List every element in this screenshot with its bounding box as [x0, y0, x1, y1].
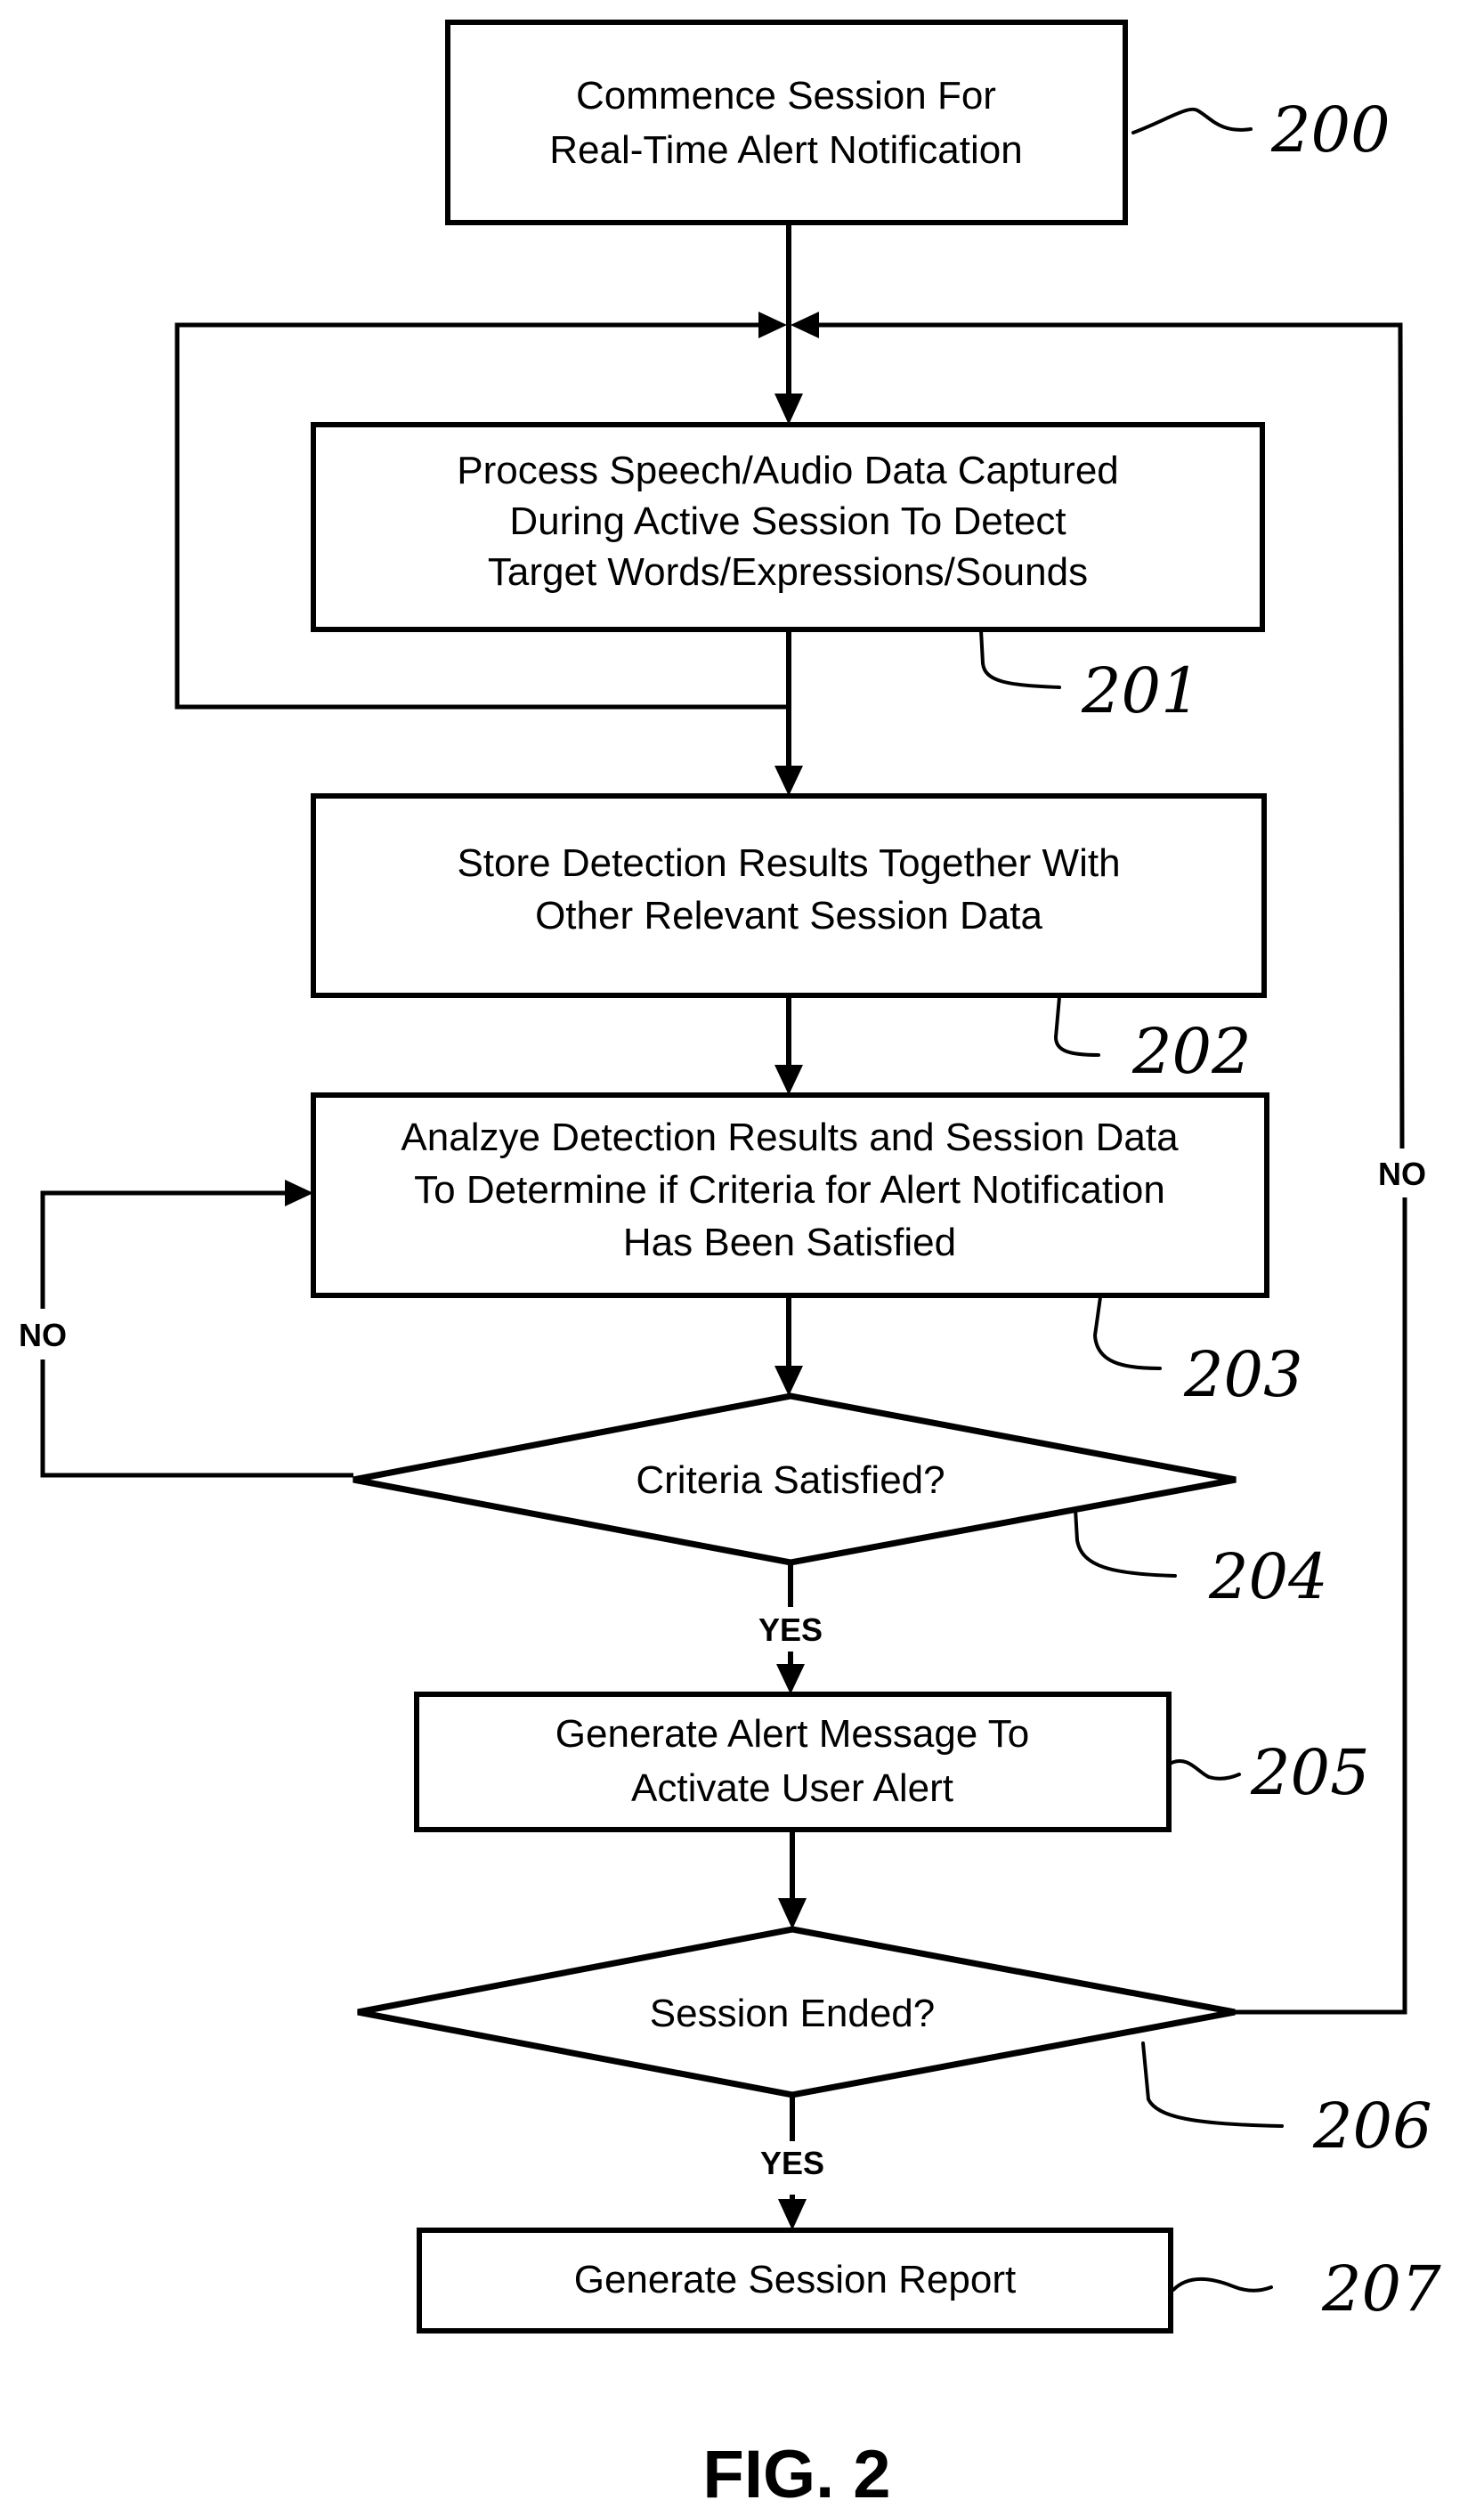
ref-numeral-200: 200 [1270, 93, 1391, 166]
leader-205 [1170, 1759, 1241, 1781]
leader-201 [979, 629, 1061, 689]
figure-caption: FIG. 2 [702, 2437, 890, 2508]
arrowhead-into-201 [774, 394, 803, 425]
step-205-line-2: Activate User Alert [631, 1766, 953, 1810]
step-205-line-1: Generate Alert Message To [555, 1712, 1029, 1756]
leader-204 [1074, 1507, 1177, 1578]
flowchart: Commence Session For Real-Time Alert Not… [19, 20, 1441, 2508]
step-203-line-1: Analzye Detection Results and Session Da… [401, 1116, 1179, 1159]
ref-numeral-207: 207 [1321, 2252, 1441, 2325]
step-202-line-2: Other Relevant Session Data [535, 894, 1042, 937]
arrowhead-into-204 [774, 1366, 803, 1396]
arrowhead-loop-right [791, 312, 819, 338]
step-203-line-2: To Determine if Criteria for Alert Notif… [414, 1168, 1165, 1212]
step-200-commence-session: Commence Session For Real-Time Alert Not… [445, 20, 1128, 225]
ref-numeral-202: 202 [1131, 1015, 1252, 1088]
step-203-analyze-results: Analzye Detection Results and Session Da… [311, 1092, 1269, 1298]
arrowhead-into-206 [778, 1898, 807, 1929]
leader-200 [1131, 107, 1253, 134]
step-201-line-1: Process Speech/Audio Data Captured [457, 449, 1119, 492]
step-202-store-results: Store Detection Results Together With Ot… [311, 793, 1267, 998]
step-205-generate-alert: Generate Alert Message To Activate User … [414, 1692, 1172, 1832]
arrowhead-into-203 [774, 1065, 803, 1095]
leader-203 [1092, 1295, 1162, 1370]
arrowhead-into-202 [774, 766, 803, 796]
step-200-box [445, 20, 1128, 225]
ref-numeral-205: 205 [1250, 1736, 1370, 1809]
step-201-line-2: During Active Session To Detect [509, 499, 1066, 543]
step-207-session-report: Generate Session Report [417, 2228, 1173, 2333]
branch-label-206-no: NO [1378, 1156, 1426, 1192]
leader-207 [1172, 2277, 1273, 2293]
decision-206-session-ended: Session Ended? [357, 1926, 1236, 2098]
step-207-line-1: Generate Session Report [574, 2258, 1017, 2301]
branch-label-204-yes: YES [758, 1611, 823, 1648]
leader-206 [1141, 2041, 1284, 2128]
leader-202 [1053, 995, 1100, 1057]
arrowhead-into-205 [776, 1664, 805, 1694]
arrowhead-loop-left [758, 312, 787, 338]
ref-numeral-203: 203 [1183, 1338, 1303, 1411]
step-203-line-3: Has Been Satisfied [623, 1221, 956, 1264]
ref-numeral-204: 204 [1208, 1540, 1328, 1613]
step-201-process-audio: Process Speech/Audio Data Captured Durin… [311, 422, 1265, 632]
ref-numeral-206: 206 [1312, 2090, 1432, 2163]
step-200-line-1: Commence Session For [576, 74, 996, 118]
arrowhead-into-203-side [285, 1180, 313, 1206]
decision-206-question: Session Ended? [650, 1992, 935, 2035]
decision-204-criteria-satisfied: Criteria Satisfied? [353, 1392, 1237, 1566]
loop-204-no-left-lower [40, 1360, 353, 1478]
branch-label-204-no: NO [19, 1317, 67, 1353]
loop-204-no-left-upper [40, 1190, 285, 1309]
step-202-line-1: Store Detection Results Together With [457, 841, 1120, 885]
step-200-line-2: Real-Time Alert Notification [549, 128, 1022, 172]
arrowhead-into-207 [778, 2199, 807, 2230]
ref-numeral-201: 201 [1081, 654, 1201, 727]
decision-204-question: Criteria Satisfied? [636, 1458, 945, 1502]
branch-label-206-yes: YES [760, 2145, 824, 2181]
step-201-line-3: Target Words/Expressions/Sounds [488, 550, 1088, 594]
